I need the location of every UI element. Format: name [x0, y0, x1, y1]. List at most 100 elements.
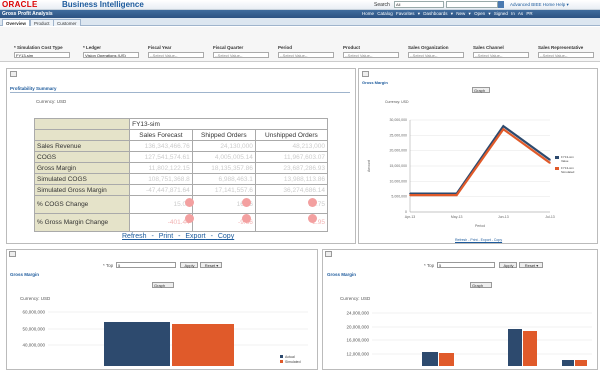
panel-menu-icon[interactable] — [362, 71, 369, 77]
apply-button[interactable]: Apply — [499, 262, 517, 268]
print-link[interactable]: Print — [159, 233, 173, 240]
legend-swatch — [280, 355, 283, 358]
pivot-cell: 136,343,466.76 — [129, 140, 193, 152]
x-axis-label: Period — [475, 224, 485, 228]
top-n-input[interactable]: 5 — [437, 262, 495, 268]
search-scope-select[interactable]: All — [394, 1, 444, 8]
export-link[interactable]: Export — [185, 233, 205, 240]
prompt-label: Period — [278, 45, 293, 50]
gross-margin-line-chart: 0 5,000,000 10,000,000 15,000,000 20,000,000… — [367, 118, 575, 228]
prompt-select[interactable]: --Select Value-- — [343, 52, 399, 58]
legend-label: Actual — [285, 355, 295, 359]
pivot-cell: 11,802,122.15 — [129, 162, 193, 174]
indicator-dot-icon — [308, 198, 317, 207]
search-input[interactable] — [446, 1, 498, 8]
legend-label: Simulated — [285, 360, 301, 364]
y-tick-label: 16,000,000 — [346, 338, 369, 343]
tab-overview[interactable]: Overview — [2, 19, 31, 26]
bar — [508, 329, 522, 366]
prompt-select[interactable]: --Select Value-- — [538, 52, 594, 58]
divider — [10, 92, 350, 93]
panel-menu-icon[interactable] — [10, 71, 17, 77]
prompt-select[interactable]: --Select Value-- — [148, 52, 204, 58]
x-tick-label: Jun-13 — [498, 215, 509, 219]
bar — [439, 353, 454, 366]
top-n-input[interactable]: 5 — [116, 262, 176, 268]
pivot-corner — [33, 129, 131, 141]
panel-menu-icon[interactable] — [325, 251, 332, 257]
gross-margin-bar-chart-left: 40,000,000 50,000,000 60,000,000 ActualSimu… — [22, 310, 308, 366]
pivot-cell: 127,541,574.61 — [129, 151, 193, 163]
prompt-label: Product — [343, 45, 361, 50]
prompt-select[interactable]: Vision Operations (US) — [83, 52, 139, 58]
y-tick-label: 40,000,000 — [22, 343, 45, 348]
pivot-corner — [33, 118, 131, 130]
tab-customer[interactable]: Customer — [53, 19, 81, 26]
y-tick-label: 24,000,000 — [346, 311, 369, 316]
y-tick-label: 12,000,000 — [346, 352, 369, 357]
pivot-cell: 18,135,357.86 — [191, 162, 256, 174]
y-axis-label: Amount — [367, 160, 371, 172]
prompt-select[interactable]: FY13-sim — [14, 52, 70, 58]
prompt-select[interactable]: --Select Value-- — [278, 52, 334, 58]
y-tick-label: 30,000,000 — [389, 118, 407, 122]
pivot-cell: 24.75 — [254, 195, 329, 214]
prompt-label: Fiscal Quarter — [213, 45, 244, 50]
prompt-label: Fiscal Year — [148, 45, 172, 50]
indicator-dot-icon — [308, 214, 317, 223]
search-go-button[interactable] — [498, 1, 504, 8]
currency-label: Currency: USD — [385, 100, 409, 104]
pivot-cell: -47,447,871.64 — [129, 184, 193, 196]
copy-link[interactable]: Copy — [218, 233, 234, 240]
chart-actions[interactable]: Refresh - Print - Export - Copy — [455, 238, 502, 242]
prompt-select[interactable]: --Select Value-- — [473, 52, 529, 58]
view-select[interactable]: Graph — [470, 282, 492, 288]
y-tick-label: 20,000,000 — [389, 149, 407, 153]
prompt-label: * Ledger — [83, 45, 102, 50]
header-links[interactable]: Advanced BIEE Home Help ▾ — [510, 2, 569, 8]
pivot-row-label: % Gross Margin Change — [33, 213, 131, 232]
pivot-cell: 36,274,686.14 — [254, 184, 329, 196]
refresh-link[interactable]: Refresh — [122, 233, 147, 240]
pivot-scenario-header: FY13-sim — [129, 118, 328, 130]
view-select[interactable]: Graph — [472, 87, 490, 93]
y-tick-label: 5,000,000 — [391, 195, 407, 199]
global-nav-links[interactable]: Home Catalog Favorites ▾ Dashboards ▾ Ne… — [362, 11, 533, 17]
legend-label: Value — [561, 159, 569, 163]
prompt-select[interactable]: --Select Value-- — [408, 52, 464, 58]
legend-swatch — [555, 167, 559, 170]
pivot-col-header: Unshipped Orders — [254, 129, 329, 141]
y-tick-label: 10,000,000 — [389, 179, 407, 183]
prompt-label: Sales Representative — [538, 45, 584, 50]
dashboard-title: Gross Profit Analysis — [2, 11, 53, 17]
apply-button[interactable]: Apply — [180, 262, 198, 268]
pivot-row-label: Sales Revenue — [33, 140, 131, 152]
data-point — [502, 128, 505, 130]
reset-button[interactable]: Reset ▾ — [200, 262, 222, 268]
gross-margin-bar-title: Gross Margin — [10, 272, 40, 277]
legend-swatch — [555, 156, 559, 159]
data-point — [549, 162, 551, 164]
bar — [562, 360, 574, 366]
indicator-dot-icon — [185, 198, 194, 207]
reset-button[interactable]: Reset ▾ — [519, 262, 543, 268]
y-tick-label: 0 — [405, 210, 407, 214]
pivot-cell: 11,967,603.07 — [254, 151, 329, 163]
view-select[interactable]: Graph — [152, 282, 174, 288]
profitability-title: Profitability Summary — [10, 86, 57, 91]
data-point — [502, 125, 505, 127]
tab-product[interactable]: Product — [30, 19, 54, 26]
prompt-select[interactable]: --Select Value-- — [213, 52, 269, 58]
pivot-cell: 48,213,000 — [254, 140, 329, 152]
pivot-row-label: COGS — [33, 151, 131, 163]
y-tick-label: 20,000,000 — [346, 325, 369, 330]
pivot-cell: -401.44 — [129, 213, 193, 232]
series-line — [410, 124, 551, 195]
indicator-dot-icon — [242, 214, 251, 223]
top-n-label: * Top — [103, 263, 114, 268]
panel-menu-icon[interactable] — [9, 251, 16, 257]
pivot-row-label: Simulated COGS — [33, 173, 131, 185]
x-tick-label: May-13 — [451, 215, 463, 219]
x-tick-label: Apr-13 — [405, 215, 416, 219]
pivot-cell: 17,141,557.6 — [191, 184, 256, 196]
